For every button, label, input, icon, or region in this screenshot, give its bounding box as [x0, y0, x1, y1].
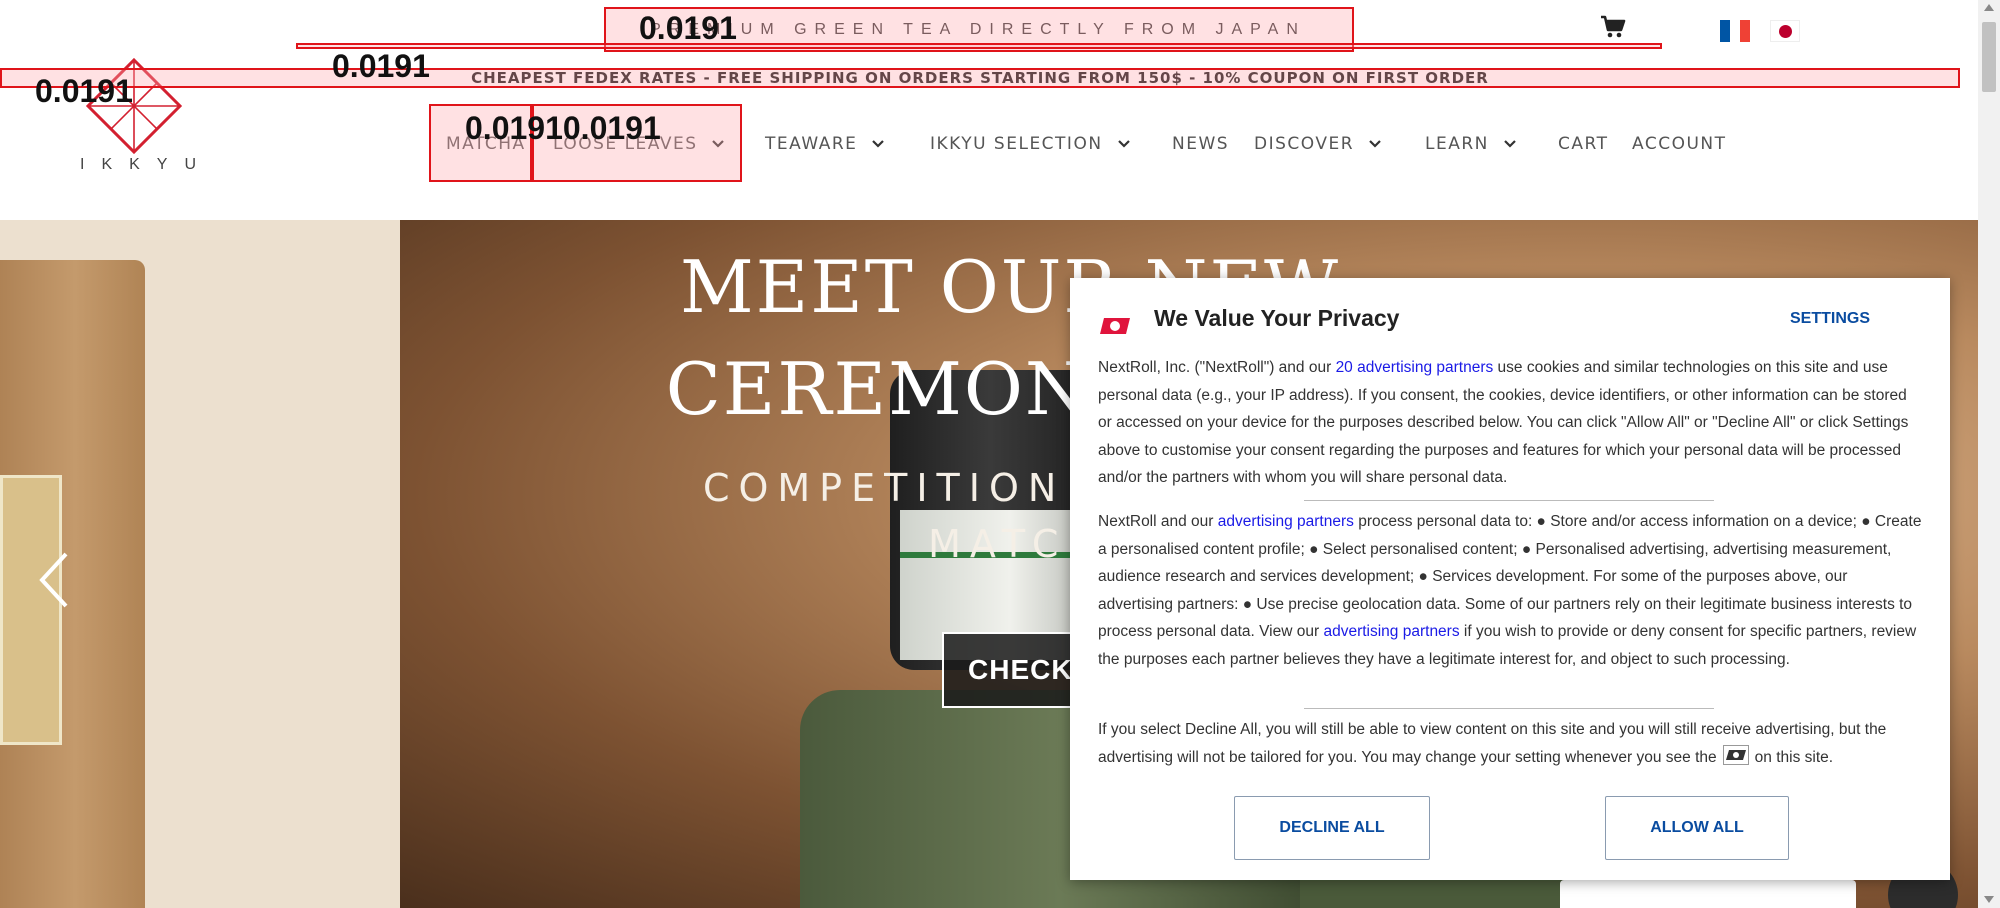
scroll-down-arrow-icon[interactable] — [1984, 896, 1994, 903]
logo-text: IKKYU — [80, 156, 214, 173]
annotation-box-topbar — [296, 43, 1662, 49]
privacy-paragraph: If you select Decline All, you will stil… — [1098, 716, 1924, 771]
nav-item-teaware[interactable]: TEAWARE — [765, 128, 885, 160]
cart-icon[interactable] — [1600, 14, 1626, 40]
nav-item-cart[interactable]: CART — [1558, 128, 1608, 160]
nav-item-label: CART — [1558, 134, 1609, 154]
privacy-title: We Value Your Privacy — [1154, 305, 1400, 331]
page-scrollbar[interactable] — [1978, 0, 2000, 908]
nav-item-news[interactable]: NEWS — [1172, 128, 1229, 160]
privacy-text: NextRoll, Inc. ("NextRoll") and our — [1098, 359, 1336, 376]
scroll-thumb[interactable] — [1982, 22, 1996, 92]
tea-bag-label — [0, 475, 62, 745]
nav-item-account[interactable]: ACCOUNT — [1632, 128, 1727, 160]
annotation-score: 0.0191 — [35, 73, 133, 109]
flag-japan-icon[interactable] — [1770, 20, 1800, 42]
nav-item-label: IKKYU SELECTION — [930, 134, 1103, 154]
nextroll-settings-icon — [1722, 745, 1749, 766]
privacy-text: use cookies and similar technologies on … — [1098, 359, 1909, 486]
nav-item-discover[interactable]: DISCOVER — [1254, 128, 1382, 160]
nav-item-label: NEWS — [1172, 134, 1230, 154]
nav-item-label: TEAWARE — [765, 134, 858, 154]
flag-france-icon[interactable] — [1720, 20, 1750, 42]
chevron-down-icon — [1504, 140, 1516, 148]
annotation-score: 0.0191 — [639, 10, 737, 46]
advertising-partners-link[interactable]: advertising partners — [1218, 513, 1354, 530]
divider — [1304, 708, 1714, 709]
nav-item-learn[interactable]: LEARN — [1425, 128, 1517, 160]
privacy-text: NextRoll and our — [1098, 513, 1218, 530]
nav-item-label: LEARN — [1425, 134, 1489, 154]
annotation-score: 0.01910.0191 — [465, 110, 661, 146]
scroll-up-arrow-icon[interactable] — [1984, 4, 1994, 11]
chevron-down-icon — [1369, 140, 1381, 148]
nav-item-label: DISCOVER — [1254, 134, 1355, 154]
settings-button[interactable]: SETTINGS — [1790, 310, 1870, 328]
chevron-down-icon — [1117, 140, 1130, 148]
nav-item-label: ACCOUNT — [1632, 134, 1727, 154]
annotation-score: 0.0191 — [332, 48, 430, 84]
privacy-dialog: We Value Your Privacy SETTINGS NextRoll,… — [1070, 278, 1950, 880]
privacy-text: on this site. — [1754, 748, 1834, 766]
privacy-paragraph: NextRoll, Inc. ("NextRoll") and our 20 a… — [1098, 354, 1924, 492]
decline-all-button[interactable]: DECLINE ALL — [1234, 796, 1430, 860]
advertising-partners-link[interactable]: 20 advertising partners — [1336, 359, 1494, 376]
advertising-partners-link[interactable]: advertising partners — [1323, 623, 1459, 640]
annotation-box-banner — [0, 68, 1960, 88]
nextroll-logo-icon — [1100, 318, 1130, 334]
chevron-down-icon — [872, 140, 885, 148]
chevron-left-icon[interactable] — [36, 550, 76, 610]
privacy-text: process personal data to: ● Store and/or… — [1098, 513, 1922, 640]
allow-all-button[interactable]: ALLOW ALL — [1605, 796, 1789, 860]
hero-pill — [1560, 880, 1856, 908]
divider — [1304, 500, 1714, 501]
privacy-paragraph: NextRoll and our advertising partners pr… — [1098, 508, 1924, 673]
nav-item-ikkyu-selection[interactable]: IKKYU SELECTION — [930, 128, 1131, 160]
